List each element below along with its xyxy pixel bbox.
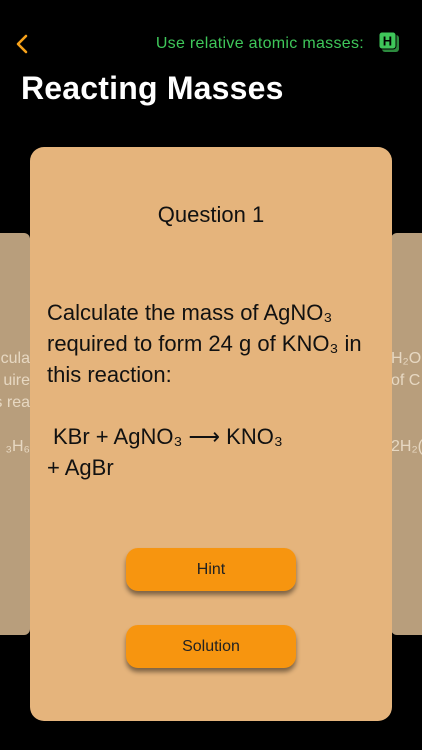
equation-line-1: KBr + AgNO₃ ⟶ KNO₃ xyxy=(53,424,283,449)
h-badge-letter: H xyxy=(383,34,392,49)
equation-line-2: + AgBr xyxy=(47,455,114,480)
reaction-equation: KBr + AgNO₃ ⟶ KNO₃ + AgBr xyxy=(47,421,382,483)
question-number: Question 1 xyxy=(157,202,265,227)
previous-question-card[interactable]: cula uire s rea ₃H₆ xyxy=(0,233,30,635)
bg-left-line-2: uire xyxy=(3,372,30,389)
h-badge-icon[interactable]: H xyxy=(378,31,400,53)
bg-right-line-3: 2H₂( xyxy=(391,438,422,455)
top-bar: Use relative atomic masses: H xyxy=(0,28,422,60)
question-text: Calculate the mass of AgNO₃ required to … xyxy=(47,300,362,387)
relative-atomic-masses-label: Use relative atomic masses: xyxy=(155,35,364,52)
bg-right-line-2: of C xyxy=(391,372,421,389)
bg-left-line-1: cula xyxy=(0,350,30,367)
page-title: Reacting Masses xyxy=(21,70,284,106)
bg-right-line-1: H₂O xyxy=(391,350,422,367)
back-button[interactable] xyxy=(10,30,34,58)
next-question-card[interactable]: H₂O of C 2H₂( xyxy=(391,233,422,635)
solution-button[interactable]: Solution xyxy=(126,625,296,668)
hint-button[interactable]: Hint xyxy=(126,548,296,591)
bg-left-line-3: s rea xyxy=(0,394,30,411)
chevron-left-icon xyxy=(16,34,28,54)
bg-left-line-4: ₃H₆ xyxy=(5,438,30,455)
question-card: Question 1 Calculate the mass of AgNO₃ r… xyxy=(30,147,392,721)
